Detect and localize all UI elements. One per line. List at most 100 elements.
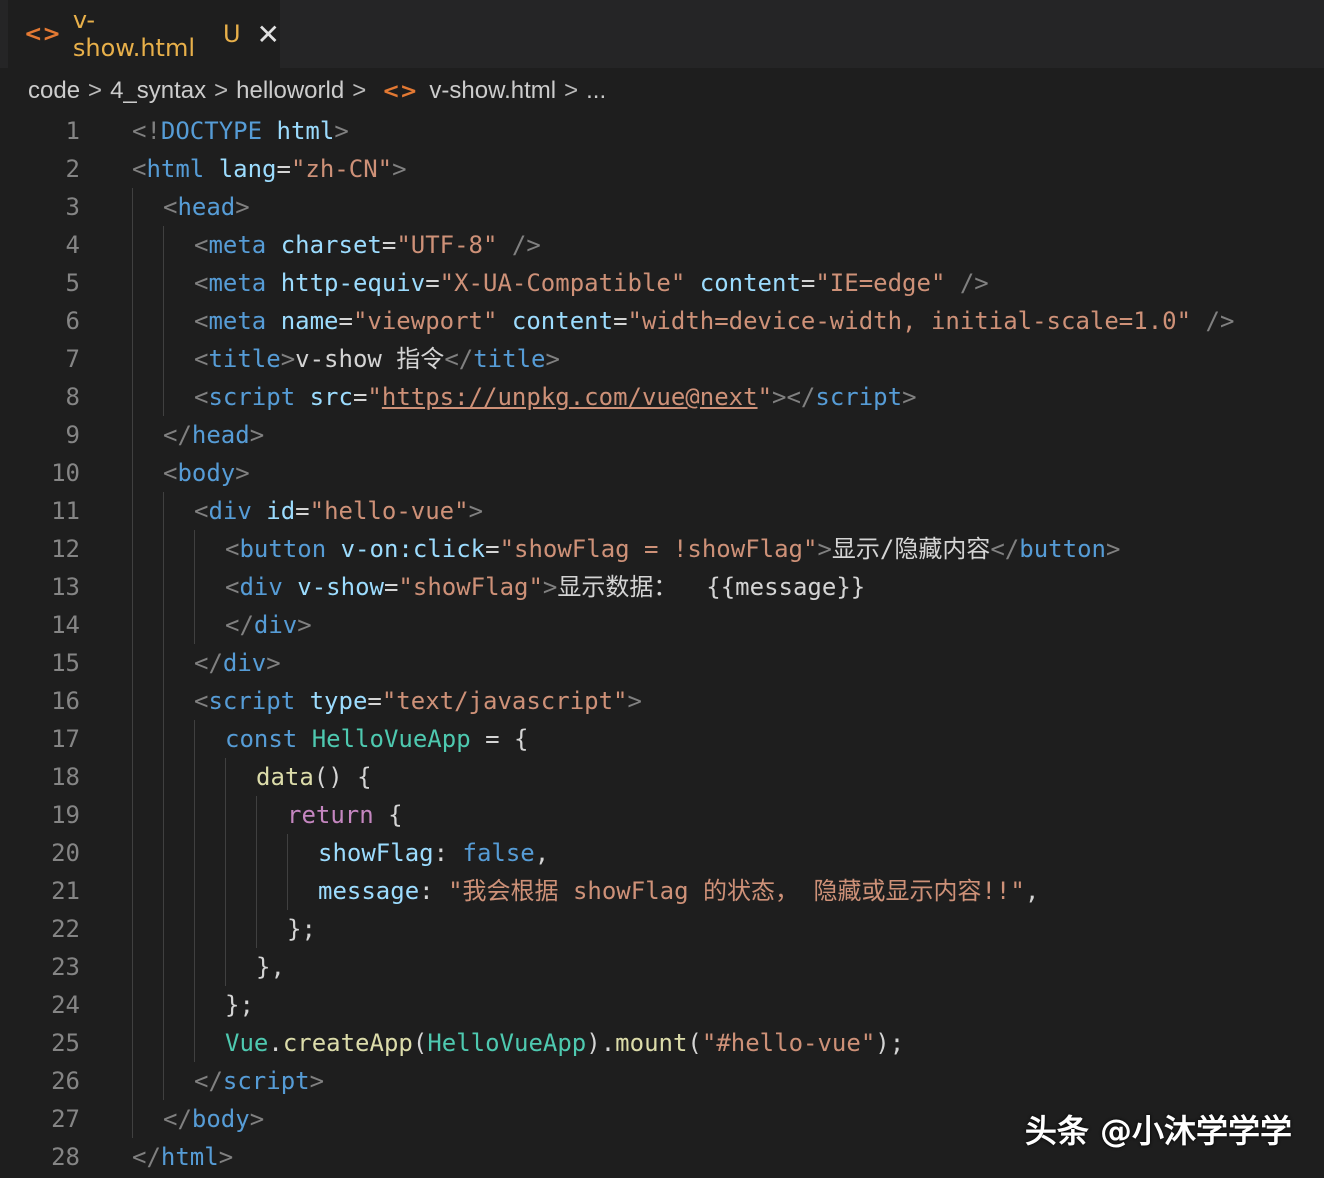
code-token: >: [334, 117, 349, 145]
code-token: >: [309, 1067, 325, 1095]
indent-guide: [225, 758, 226, 986]
code-token: <: [194, 231, 209, 259]
code-text: <head>: [163, 188, 250, 226]
code-token: <: [194, 383, 209, 411]
code-line[interactable]: 10 <body>: [0, 454, 1324, 492]
breadcrumb-item-file[interactable]: v-show.html: [429, 77, 556, 105]
code-token: </: [225, 611, 254, 639]
code-token: id: [266, 497, 296, 525]
code-token: </: [194, 649, 223, 677]
code-line[interactable]: 8 <script src="https://unpkg.com/vue@next…: [0, 378, 1324, 416]
code-token: html: [146, 155, 205, 183]
code-token: </: [444, 345, 474, 373]
code-text: };: [287, 910, 316, 948]
code-line[interactable]: 15 </div>: [0, 644, 1324, 682]
code-line[interactable]: 2 <html lang="zh-CN">: [0, 150, 1324, 188]
code-line[interactable]: 25 Vue.createApp(HelloVueApp).mount("#hel…: [0, 1024, 1324, 1062]
breadcrumb-item-code[interactable]: code: [28, 77, 80, 105]
code-token: (: [412, 1029, 428, 1057]
line-number: 2: [65, 155, 80, 183]
code-token: "width=device-width, initial-scale=1.0": [627, 307, 1192, 335]
breadcrumb-item-syntax[interactable]: 4_syntax: [110, 77, 206, 105]
code-line[interactable]: 16 <script type="text/javascript">: [0, 682, 1324, 720]
code-token: "X-UA-Compatible": [439, 269, 686, 297]
code-line[interactable]: 7 <title>v-show 指令</title>: [0, 340, 1324, 378]
editor-tab[interactable]: <> v-show.html U ✕: [8, 0, 280, 68]
code-text: showFlag: false,: [318, 834, 549, 872]
code-token: =: [295, 497, 310, 525]
code-token: body: [177, 459, 236, 487]
code-token: content: [511, 307, 614, 335]
code-token: ).: [586, 1029, 616, 1057]
close-icon[interactable]: ✕: [257, 18, 280, 51]
code-token: div: [239, 573, 283, 601]
line-number: 18: [51, 763, 80, 791]
code-line[interactable]: 5 <meta http-equiv="X-UA-Compatible" cont…: [0, 264, 1324, 302]
code-line[interactable]: 24};: [0, 986, 1324, 1024]
code-text: const HelloVueApp = {: [225, 720, 528, 758]
line-number: 5: [65, 269, 80, 297]
code-line[interactable]: 22};: [0, 910, 1324, 948]
line-number: 16: [51, 687, 80, 715]
code-token: return: [287, 801, 374, 829]
code-line[interactable]: 12 <button v-on:click="showFlag = !showFl…: [0, 530, 1324, 568]
code-token: >: [817, 535, 832, 563]
breadcrumb-item-helloworld[interactable]: helloworld: [236, 77, 344, 105]
code-line[interactable]: 3 <head>: [0, 188, 1324, 226]
code-token: (: [687, 1029, 702, 1057]
code-token: >: [297, 611, 312, 639]
code-token: https://unpkg.com/vue@next: [381, 383, 758, 411]
code-token: =: [338, 307, 353, 335]
code-token: <!: [132, 117, 161, 145]
code-token: :: [419, 877, 449, 905]
code-line[interactable]: 19 return {: [0, 796, 1324, 834]
code-token: "IE=edge": [815, 269, 946, 297]
code-token: <: [163, 459, 178, 487]
code-token: >: [392, 155, 407, 183]
code-token: html: [276, 117, 335, 145]
code-token: <: [163, 193, 178, 221]
code-token: script: [222, 1067, 310, 1095]
code-token: >: [902, 383, 917, 411]
code-token: =: [381, 231, 397, 259]
code-editor[interactable]: 1 <!DOCTYPE html> 2 <html lang="zh-CN"> 3 <he…: [0, 112, 1324, 1176]
code-line[interactable]: 23},: [0, 948, 1324, 986]
code-token: >: [542, 573, 558, 601]
code-line[interactable]: 17 const HelloVueApp = {: [0, 720, 1324, 758]
breadcrumb-item-symbols[interactable]: ...: [586, 77, 606, 105]
code-line[interactable]: 20 showFlag: false,: [0, 834, 1324, 872]
code-line[interactable]: 1 <!DOCTYPE html>: [0, 112, 1324, 150]
line-number: 4: [65, 231, 80, 259]
line-number: 14: [51, 611, 80, 639]
code-token: >: [280, 345, 296, 373]
html-code-icon: <>: [24, 21, 61, 47]
code-line[interactable]: 14 </div>: [0, 606, 1324, 644]
code-line[interactable]: 21 message: "我会根据 showFlag 的状态， 隐藏或显示内容!!…: [0, 872, 1324, 910]
code-line[interactable]: 26 </script>: [0, 1062, 1324, 1100]
code-token: head: [191, 421, 250, 449]
code-token: =: [613, 307, 628, 335]
tab-filename: v-show.html: [72, 6, 195, 62]
code-token: >: [249, 421, 265, 449]
code-token: <: [132, 155, 147, 183]
code-line[interactable]: 18 data() {: [0, 758, 1324, 796]
code-token: 显示/隐藏内容: [831, 535, 991, 563]
line-number: 13: [51, 573, 80, 601]
code-token: >: [218, 1143, 234, 1171]
code-line[interactable]: 11 <div id="hello-vue">: [0, 492, 1324, 530]
line-number: 22: [51, 915, 80, 943]
code-line[interactable]: 6 <meta name="viewport" content="width=de…: [0, 302, 1324, 340]
code-line[interactable]: 9 </head>: [0, 416, 1324, 454]
code-text: </div>: [194, 644, 281, 682]
code-line[interactable]: 4 <meta charset="UTF-8" />: [0, 226, 1324, 264]
code-text: message: "我会根据 showFlag 的状态， 隐藏或显示内容!!",: [318, 872, 1039, 910]
code-line[interactable]: 13 <div v-show="showFlag">显示数据： {{message…: [0, 568, 1324, 606]
code-token: =: [800, 269, 816, 297]
line-number: 7: [65, 345, 80, 373]
